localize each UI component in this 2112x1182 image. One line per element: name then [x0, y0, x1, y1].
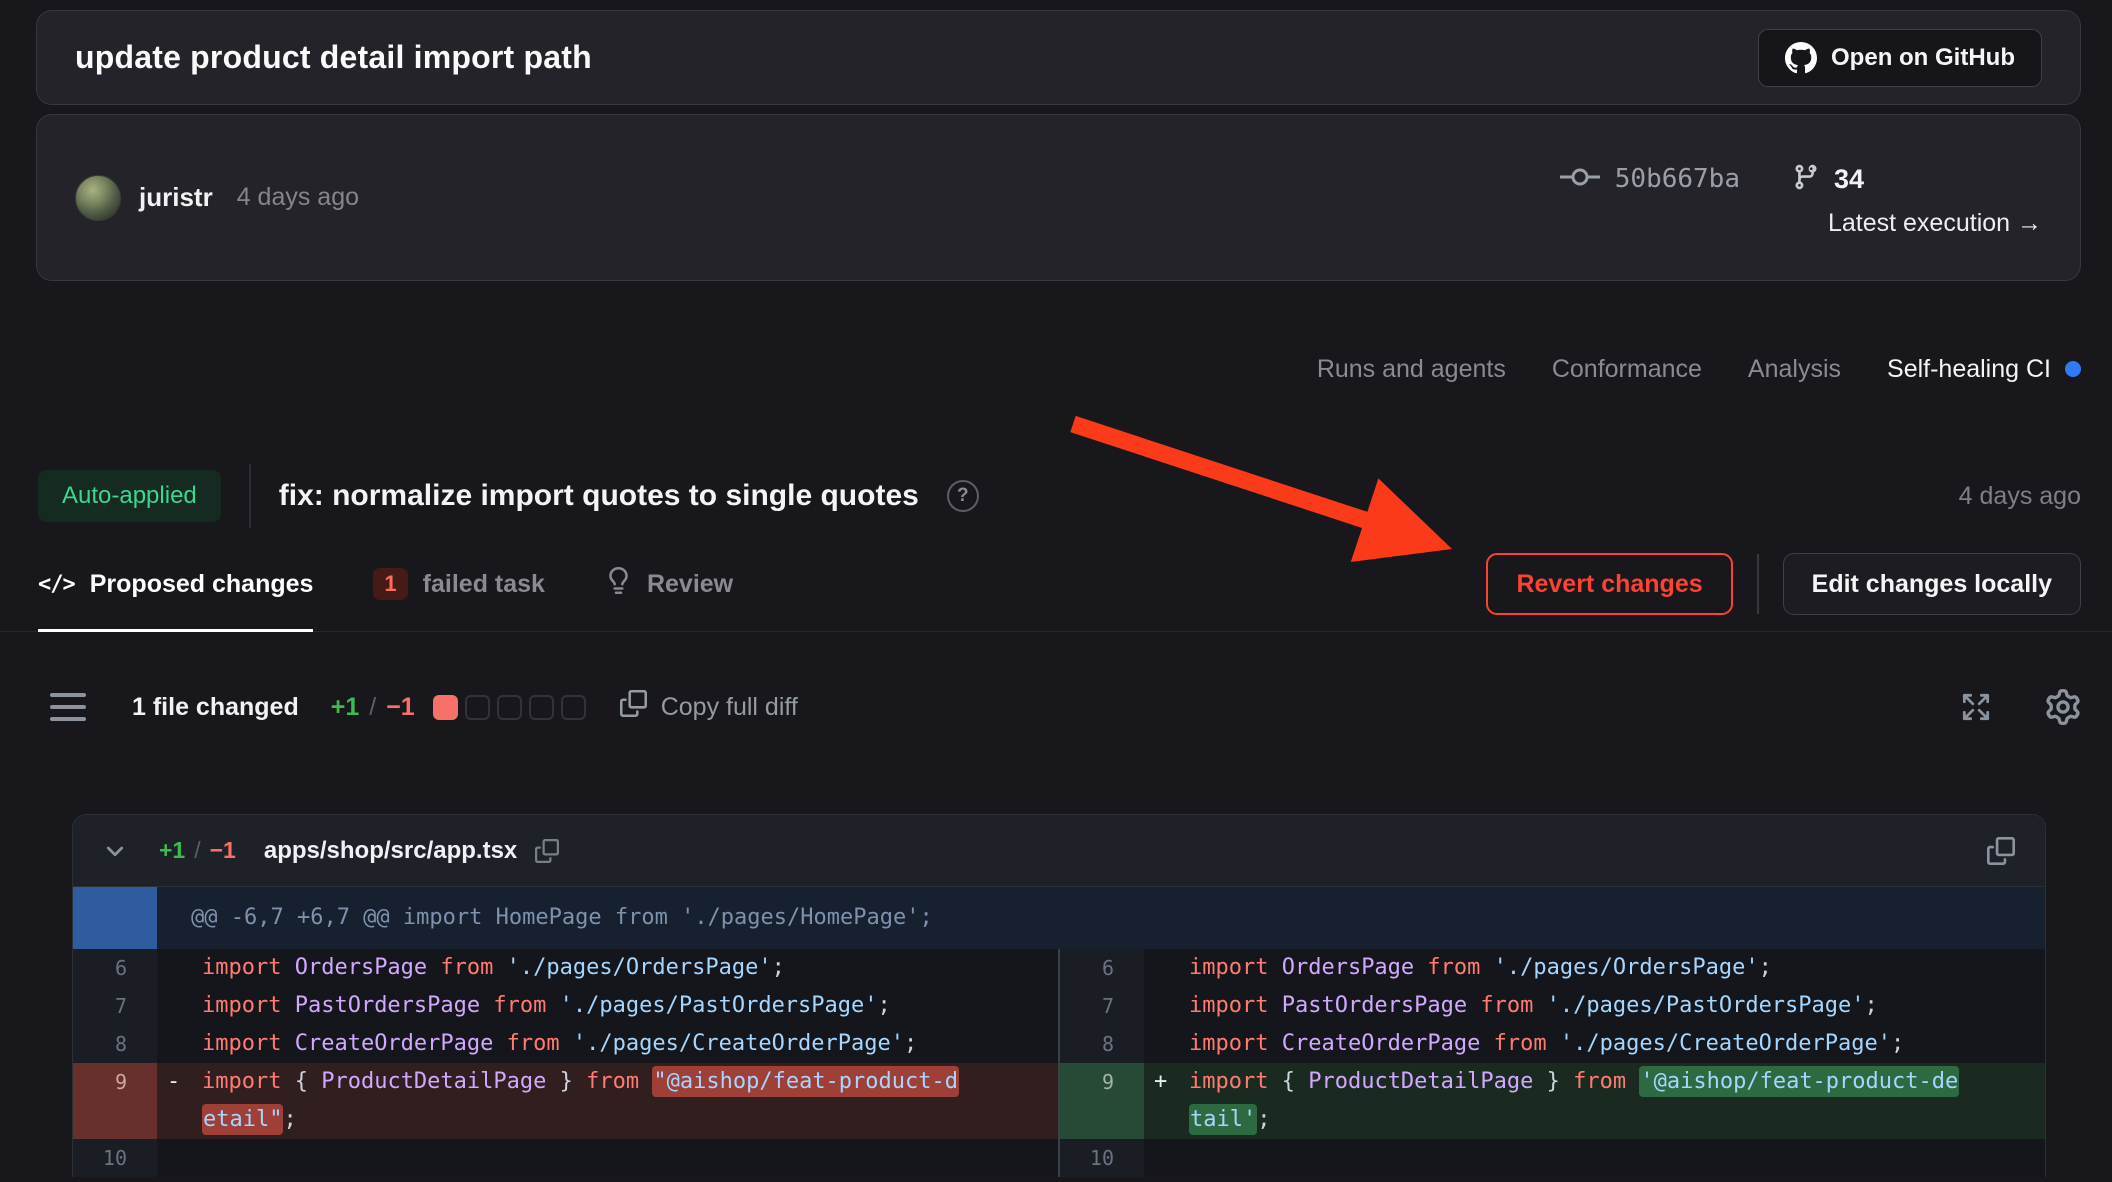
deletions-count: −1: [386, 693, 415, 722]
tab-review[interactable]: Review: [605, 553, 733, 631]
copy-path-icon[interactable]: [535, 839, 559, 863]
runs-count: 34: [1834, 164, 1864, 195]
file-name: apps/shop/src/app.tsx: [264, 837, 517, 865]
line-number: 9: [1060, 1063, 1144, 1139]
diffstat-blocks: [433, 695, 586, 720]
diff-line: 6import OrdersPage from './pages/OrdersP…: [1060, 949, 2045, 987]
diff-line: 7import PastOrdersPage from './pages/Pas…: [73, 987, 1058, 1025]
fix-title: fix: normalize import quotes to single q…: [279, 479, 919, 513]
line-number: 6: [73, 949, 157, 987]
diff-pane-new: 6import OrdersPage from './pages/OrdersP…: [1058, 949, 2045, 1177]
git-branch-icon: [1792, 163, 1820, 196]
edit-changes-locally-button[interactable]: Edit changes locally: [1783, 553, 2081, 615]
commit-sha-link[interactable]: 50b667ba: [1559, 157, 1740, 201]
tab-label: failed task: [423, 570, 545, 599]
copy-file-diff-icon[interactable]: [1987, 837, 2015, 865]
diff-line: 8import CreateOrderPage from './pages/Cr…: [1060, 1025, 2045, 1063]
line-number: 6: [1060, 949, 1144, 987]
file-list-menu-icon[interactable]: [50, 693, 86, 721]
tab-failed-task[interactable]: 1 failed task: [373, 553, 545, 631]
notification-dot: [2065, 361, 2081, 377]
diff-line: 10: [1060, 1139, 2045, 1177]
diffstat-block: [529, 695, 554, 720]
line-number: 10: [1060, 1139, 1144, 1177]
diff-line: 7import PastOrdersPage from './pages/Pas…: [1060, 987, 2045, 1025]
nav-item-runs-and-agents[interactable]: Runs and agents: [1317, 355, 1506, 384]
chevron-down-icon[interactable]: [103, 839, 127, 863]
code-icon: </>: [38, 572, 75, 597]
diff-line: 8import CreateOrderPage from './pages/Cr…: [73, 1025, 1058, 1063]
branch-runs: 34: [1792, 157, 1864, 201]
file-header: +1 / −1 apps/shop/src/app.tsx: [73, 815, 2045, 887]
split-diff: 6import OrdersPage from './pages/OrdersP…: [73, 949, 2045, 1177]
open-on-github-button[interactable]: Open on GitHub: [1758, 29, 2042, 87]
page-title: update product detail import path: [75, 39, 1758, 76]
copy-full-diff-button[interactable]: Copy full diff: [620, 690, 798, 724]
diff-line: 9-import { ProductDetailPage } from "@ai…: [73, 1063, 1058, 1139]
commit-card: juristr 4 days ago 50b667ba 34 Latest ex…: [36, 114, 2081, 281]
diff-card: +1 / −1 apps/shop/src/app.tsx @@ -6,7 +6…: [72, 814, 2046, 1177]
diffstat-text: +1 / −1: [331, 693, 415, 722]
nav-item-analysis[interactable]: Analysis: [1748, 355, 1841, 384]
tabs-row: </> Proposed changes 1 failed task Revie…: [0, 553, 2112, 632]
line-number: 7: [73, 987, 157, 1025]
file-additions: +1: [159, 837, 185, 864]
github-icon: [1785, 42, 1817, 74]
commit-time-ago: 4 days ago: [237, 183, 359, 212]
commit-icon: [1559, 164, 1601, 195]
fullscreen-icon[interactable]: [1959, 690, 1993, 724]
line-number: 7: [1060, 987, 1144, 1025]
auto-applied-badge: Auto-applied: [38, 470, 221, 522]
tab-label: Review: [647, 570, 733, 599]
nav-item-conformance[interactable]: Conformance: [1552, 355, 1702, 384]
gear-icon[interactable]: [2045, 689, 2081, 725]
line-number: 8: [73, 1025, 157, 1063]
lightbulb-icon: [605, 567, 632, 601]
diff-line: 10: [73, 1139, 1058, 1177]
copy-icon: [620, 690, 647, 724]
diffstat-block: [497, 695, 522, 720]
line-number: 8: [1060, 1025, 1144, 1063]
files-changed-label: 1 file changed: [132, 693, 299, 722]
diff-line: 6import OrdersPage from './pages/OrdersP…: [73, 949, 1058, 987]
divider: [1757, 554, 1759, 614]
diff-line: 9+import { ProductDetailPage } from '@ai…: [1060, 1063, 2045, 1139]
divider: [249, 464, 251, 528]
diffstat-block: [561, 695, 586, 720]
open-on-github-label: Open on GitHub: [1831, 44, 2015, 72]
tab-label: Proposed changes: [90, 570, 314, 599]
hunk-gutter-bar: [73, 887, 157, 949]
nav-item-label: Self-healing CI: [1887, 355, 2051, 384]
diffstat-block: [465, 695, 490, 720]
file-diffstat: +1 / −1: [159, 837, 236, 864]
fix-header: Auto-applied fix: normalize import quote…: [38, 463, 2081, 529]
additions-count: +1: [331, 693, 360, 722]
failed-count-badge: 1: [373, 568, 407, 600]
line-number: 9: [73, 1063, 157, 1139]
hunk-header: @@ -6,7 +6,7 @@ import HomePage from './…: [73, 887, 2045, 949]
avatar: [75, 175, 121, 221]
author-name: juristr: [139, 182, 213, 213]
commit-sha: 50b667ba: [1615, 164, 1740, 194]
diff-toolbar: 1 file changed +1 / −1 Copy full diff: [50, 679, 2081, 735]
fix-time-ago: 4 days ago: [1959, 482, 2081, 511]
slash: /: [194, 837, 200, 864]
revert-changes-button[interactable]: Revert changes: [1486, 553, 1732, 615]
latest-execution-link[interactable]: Latest execution →: [1828, 209, 2042, 238]
file-deletions: −1: [210, 837, 236, 864]
line-number: 10: [73, 1139, 157, 1177]
slash: /: [369, 693, 376, 722]
diffstat-block: [433, 695, 458, 720]
commit-author: juristr 4 days ago: [75, 175, 359, 221]
copy-full-diff-label: Copy full diff: [661, 693, 798, 722]
diff-pane-old: 6import OrdersPage from './pages/OrdersP…: [73, 949, 1058, 1177]
diff-marker: -: [167, 1063, 202, 1101]
tab-proposed-changes[interactable]: </> Proposed changes: [38, 553, 313, 631]
help-icon[interactable]: ?: [947, 480, 979, 512]
diff-marker: +: [1154, 1063, 1189, 1101]
section-nav: Runs and agents Conformance Analysis Sel…: [0, 351, 2081, 387]
nav-item-self-healing-ci[interactable]: Self-healing CI: [1887, 355, 2081, 384]
hunk-header-text: @@ -6,7 +6,7 @@ import HomePage from './…: [157, 887, 933, 949]
title-card: update product detail import path Open o…: [36, 10, 2081, 105]
